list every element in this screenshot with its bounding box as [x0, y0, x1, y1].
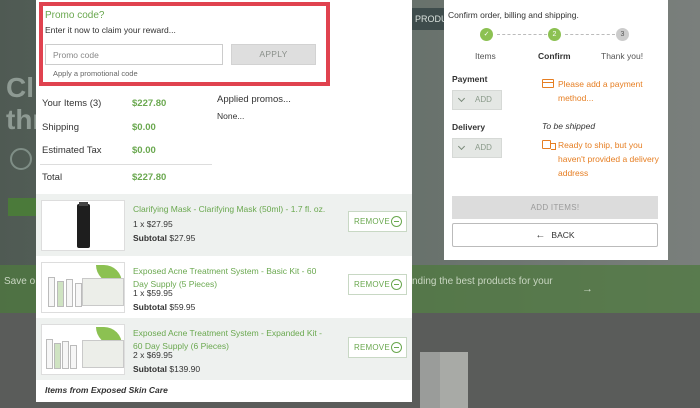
product-image: [41, 262, 125, 313]
summary-total-label: Total: [42, 172, 63, 183]
step-thankyou-indicator: 3: [616, 28, 629, 41]
bg-badge-icon: [10, 148, 32, 170]
payment-label: Payment: [452, 74, 488, 84]
cart-item: Exposed Acne Treatment System - Basic Ki…: [36, 256, 412, 318]
summary-tax-value: $0.00: [132, 145, 156, 156]
apply-button[interactable]: APPLY: [231, 44, 316, 65]
applied-promos-label: Applied promos...: [217, 94, 291, 105]
promo-section: Promo code? Enter it now to claim your r…: [39, 2, 330, 86]
promo-hint: Apply a promotional code: [53, 69, 138, 78]
summary-shipping-label: Shipping: [42, 122, 79, 133]
step-confirm-indicator: 2: [548, 28, 561, 41]
bg-nav-item: PRODU: [412, 8, 446, 30]
truck-icon: [542, 140, 556, 150]
remove-button[interactable]: REMOVE: [348, 274, 407, 295]
summary-total-value: $227.80: [132, 172, 167, 183]
checkout-panel: Confirm order, billing and shipping. ✓ 2…: [444, 0, 668, 260]
summary-items-value: $227.80: [132, 98, 167, 109]
promo-code-input[interactable]: [45, 44, 223, 65]
back-button[interactable]: ← BACK: [452, 223, 658, 247]
bg-band-text-right: nding the best products for your: [412, 276, 553, 287]
step-items-check-icon: ✓: [480, 28, 493, 41]
item-subtotal: Subtotal $27.95: [133, 233, 196, 243]
applied-promos-value: None...: [217, 111, 245, 121]
item-quantity: 2 x $69.95: [133, 350, 173, 360]
bg-product-image: [440, 352, 468, 408]
summary-divider: [40, 164, 212, 165]
add-items-button[interactable]: ADD ITEMS!: [452, 196, 658, 219]
step-connector: [497, 34, 547, 35]
chevron-down-icon: [457, 94, 466, 103]
remove-circle-icon: [391, 279, 402, 290]
bg-band-text-left: Save o: [4, 276, 36, 287]
remove-button[interactable]: REMOVE: [348, 337, 407, 358]
item-subtotal: Subtotal $59.95: [133, 302, 196, 312]
remove-circle-icon: [391, 342, 402, 353]
promo-subtitle: Enter it now to claim your reward...: [45, 25, 176, 35]
remove-circle-icon: [391, 216, 402, 227]
summary-items-label: Your Items (3): [42, 98, 102, 109]
chevron-down-icon: [457, 142, 466, 151]
delivery-warning: Ready to ship, but you haven't provided …: [558, 140, 659, 178]
cart-panel: Promo code? Enter it now to claim your r…: [36, 0, 412, 402]
bg-play-button: [8, 198, 36, 216]
step-confirm-label: Confirm: [538, 51, 571, 61]
to-be-shipped-label: To be shipped: [542, 121, 596, 131]
step-thankyou-label: Thank you!: [601, 51, 644, 61]
step-items-label: Items: [475, 51, 496, 61]
items-footer: Items from Exposed Skin Care: [45, 385, 168, 395]
item-name[interactable]: Clarifying Mask - Clarifying Mask (50ml)…: [133, 203, 333, 216]
credit-card-icon: [542, 79, 554, 88]
step-connector: [565, 34, 615, 35]
delivery-label: Delivery: [452, 122, 486, 132]
summary-shipping-value: $0.00: [132, 122, 156, 133]
bg-band-arrow-icon: →: [582, 283, 593, 295]
product-image: [41, 200, 125, 251]
checkout-title: Confirm order, billing and shipping.: [448, 10, 579, 20]
add-delivery-button[interactable]: ADD: [452, 138, 502, 158]
summary-tax-label: Estimated Tax: [42, 145, 102, 156]
remove-button[interactable]: REMOVE: [348, 211, 407, 232]
product-image: [41, 324, 125, 375]
item-quantity: 1 x $59.95: [133, 288, 173, 298]
cart-item: Clarifying Mask - Clarifying Mask (50ml)…: [36, 194, 412, 256]
item-subtotal: Subtotal $139.90: [133, 364, 201, 374]
add-payment-button[interactable]: ADD: [452, 90, 502, 110]
arrow-left-icon: ←: [535, 230, 546, 241]
promo-title: Promo code?: [45, 10, 105, 21]
cart-item: Exposed Acne Treatment System - Expanded…: [36, 318, 412, 380]
payment-warning: Please add a payment method...: [558, 79, 643, 103]
item-quantity: 1 x $27.95: [133, 219, 173, 229]
